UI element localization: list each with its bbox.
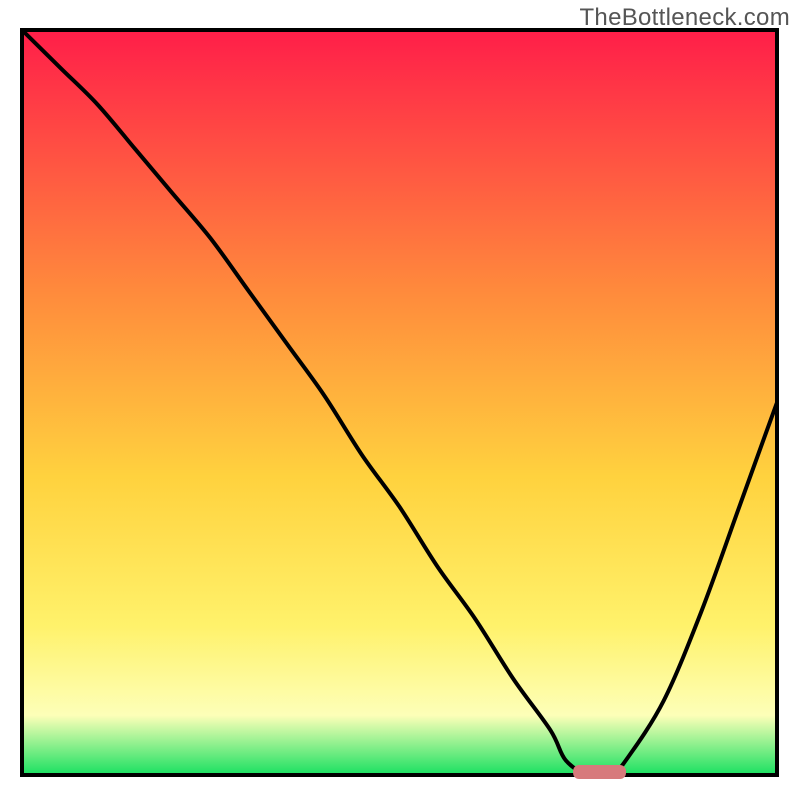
chart-container: TheBottleneck.com bbox=[0, 0, 800, 800]
optimal-range-marker bbox=[573, 765, 626, 779]
watermark-label: TheBottleneck.com bbox=[579, 4, 790, 32]
bottleneck-plot bbox=[0, 0, 800, 800]
gradient-background bbox=[22, 30, 777, 775]
